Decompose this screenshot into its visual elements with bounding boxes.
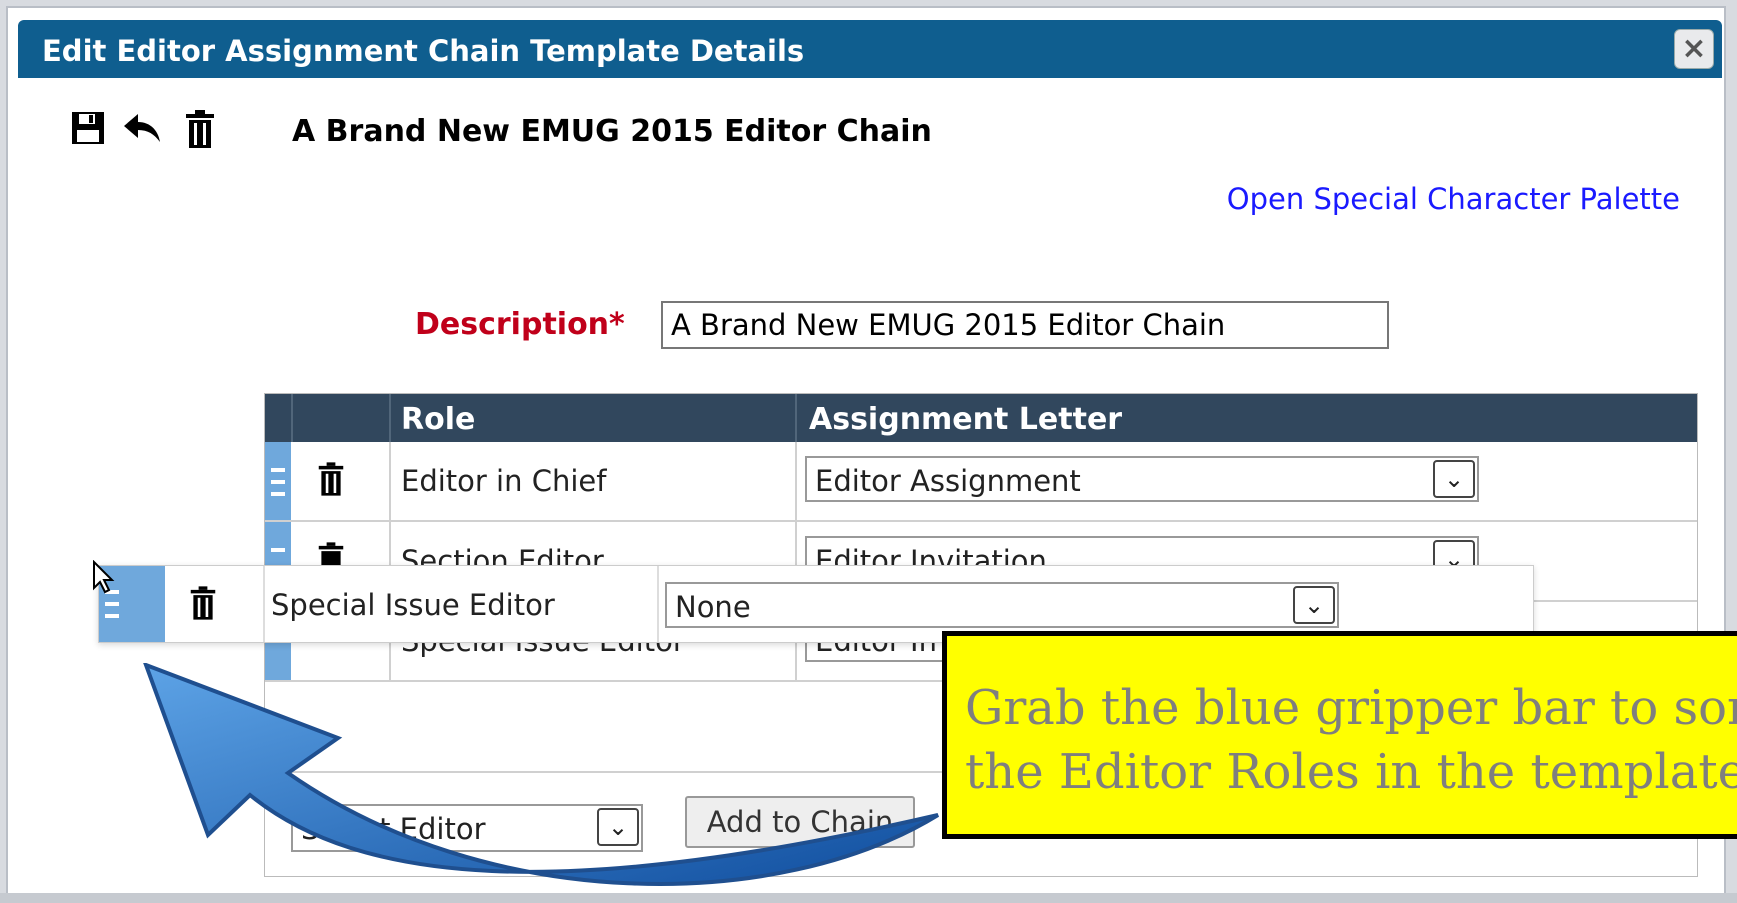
callout-text: Grab the blue gripper bar to sort the Ed… [965,680,1737,800]
assignment-letter-select[interactable]: Editor Assignment ⌄ [805,456,1479,502]
dialog: Edit Editor Assignment Chain Template De… [6,6,1737,899]
mouse-cursor-icon [93,560,115,594]
bottom-strip [0,893,1737,903]
special-character-palette-link[interactable]: Open Special Character Palette [1227,182,1680,216]
trash-icon[interactable] [184,110,216,148]
curved-arrow-annotation [143,663,940,886]
role-name: Special Issue Editor [271,588,555,622]
gripper-handle[interactable] [265,442,291,520]
close-icon[interactable]: × [1674,29,1714,69]
dialog-title: Edit Editor Assignment Chain Template De… [42,34,805,68]
role-column-header: Role [401,402,476,437]
dialog-titlebar: Edit Editor Assignment Chain Template De… [18,20,1722,78]
chain-title: A Brand New EMUG 2015 Editor Chain [292,114,932,149]
description-label: Description* [415,307,625,342]
trash-icon[interactable] [317,460,345,498]
undo-icon[interactable] [122,110,162,146]
assignment-letter-column-header: Assignment Letter [809,402,1123,437]
instruction-callout: Grab the blue gripper bar to sort the Ed… [942,631,1737,839]
trash-icon[interactable] [189,584,217,622]
description-input[interactable] [661,301,1389,349]
role-name: Editor in Chief [401,464,607,498]
table-row: Editor in Chief Editor Assignment ⌄ [265,442,1697,522]
table-header: Role Assignment Letter [265,394,1697,442]
chevron-down-icon[interactable]: ⌄ [1433,460,1475,498]
chevron-down-icon[interactable]: ⌄ [1293,586,1335,624]
save-icon[interactable] [70,110,106,146]
assignment-letter-select[interactable]: None ⌄ [665,582,1339,628]
